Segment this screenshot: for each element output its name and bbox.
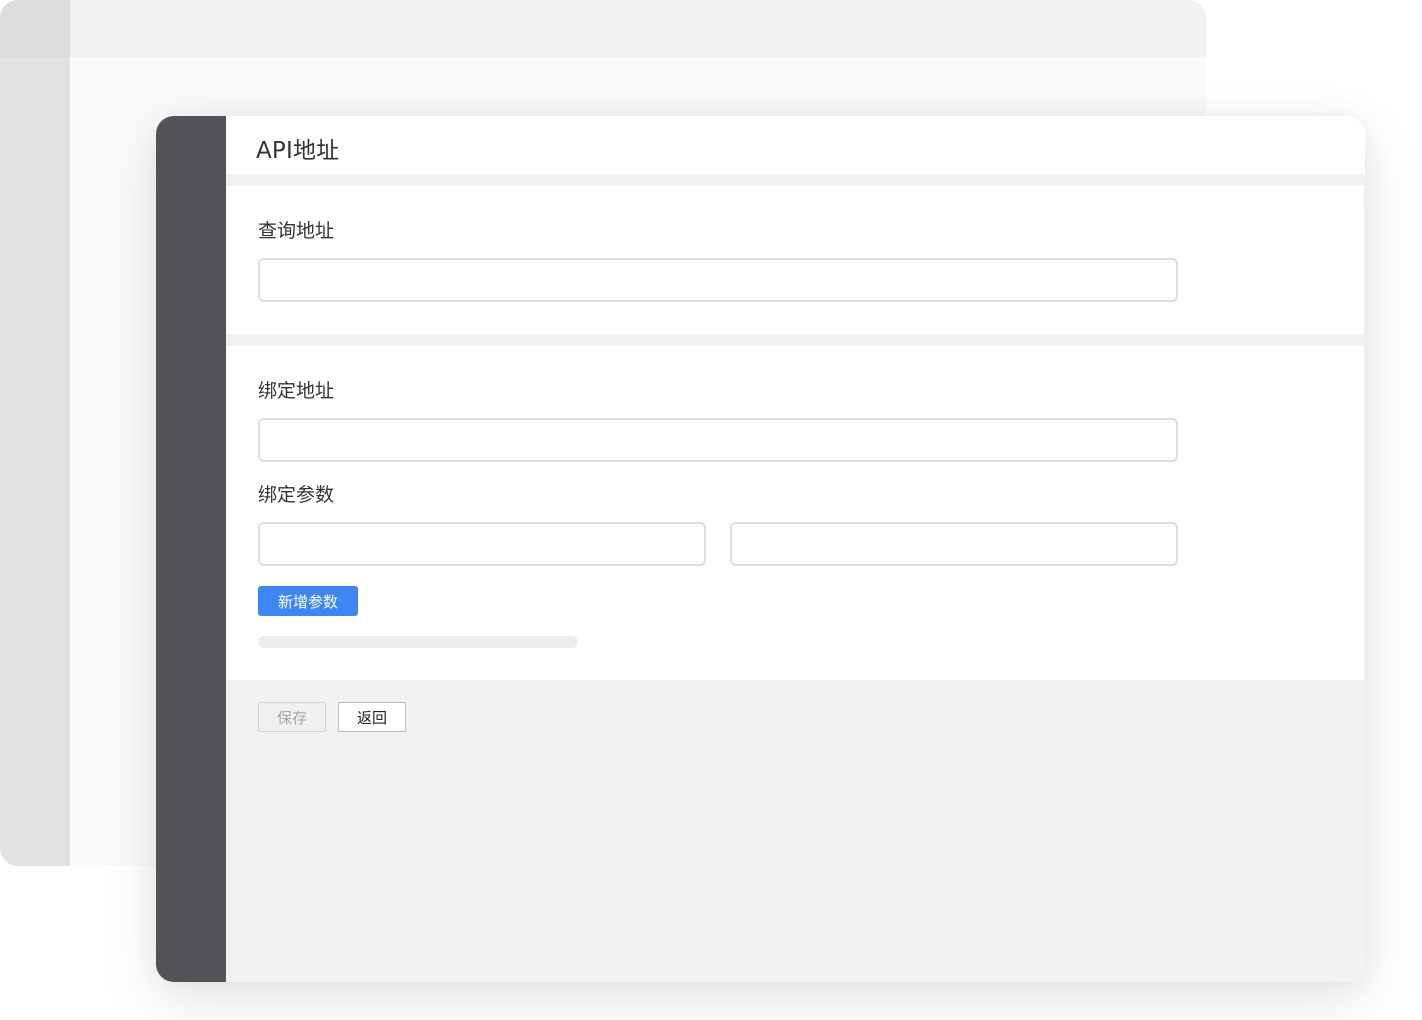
sidebar	[156, 116, 226, 982]
page-title: API地址	[256, 138, 340, 164]
background-sidebar	[0, 0, 70, 866]
param-key-input[interactable]	[258, 522, 706, 566]
query-address-label: 查询地址	[258, 220, 335, 242]
save-button[interactable]: 保存	[258, 702, 326, 732]
back-button[interactable]: 返回	[338, 702, 406, 732]
main-content: API地址 查询地址 绑定地址 绑定参数 新增参数 保存 返回	[226, 116, 1365, 982]
background-header	[0, 0, 1206, 57]
bind-address-label: 绑定地址	[258, 380, 335, 402]
bind-params-label: 绑定参数	[258, 484, 335, 506]
app-window: API地址 查询地址 绑定地址 绑定参数 新增参数 保存 返回	[156, 116, 1365, 982]
query-address-input[interactable]	[258, 258, 1178, 302]
bind-address-section: 绑定地址 绑定参数 新增参数	[226, 346, 1364, 680]
loading-placeholder-bar	[258, 636, 578, 648]
query-address-section: 查询地址	[226, 186, 1364, 334]
param-value-input[interactable]	[730, 522, 1178, 566]
add-param-button[interactable]: 新增参数	[258, 586, 358, 616]
page-header: API地址	[226, 116, 1365, 174]
bind-address-input[interactable]	[258, 418, 1178, 462]
